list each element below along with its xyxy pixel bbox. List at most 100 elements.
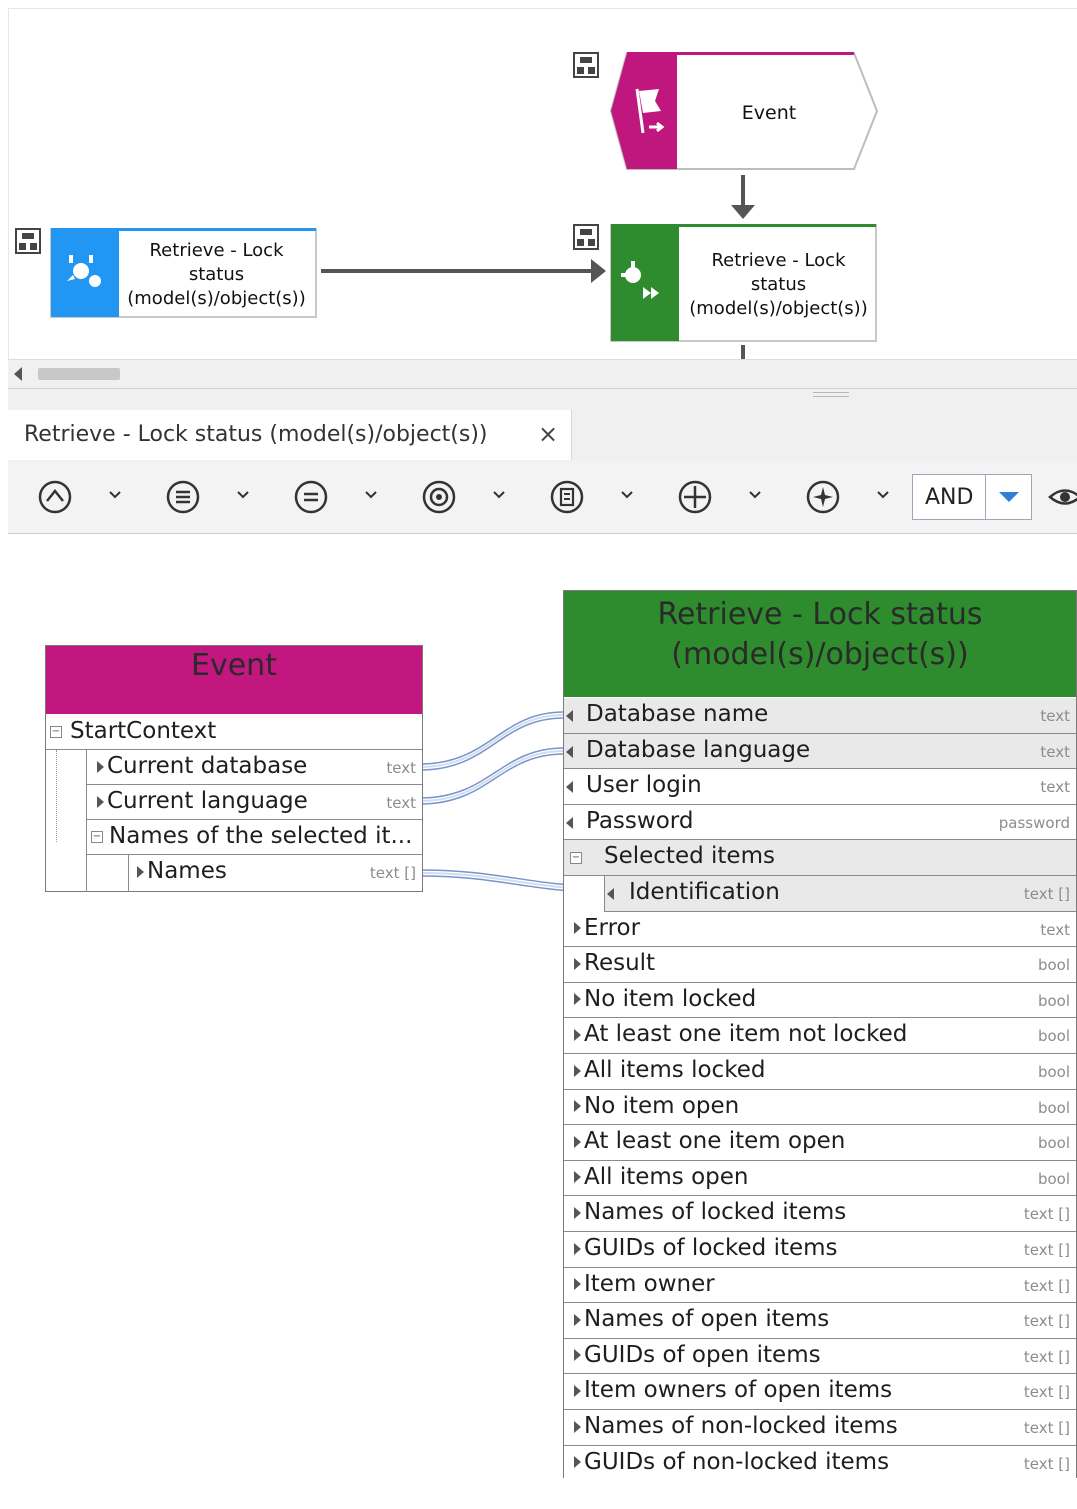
expand-arrow-icon[interactable] xyxy=(574,1171,581,1184)
input-field[interactable]: Identification text [] xyxy=(604,876,1076,912)
field-label: At least one item not locked xyxy=(574,1021,907,1047)
expand-arrow-icon xyxy=(97,760,104,773)
field-label: Database name xyxy=(586,701,769,727)
output-field[interactable]: At least one item open bool xyxy=(564,1125,1076,1161)
field-type: text [] xyxy=(1023,1241,1070,1259)
expand-arrow-icon[interactable] xyxy=(574,1420,581,1433)
output-field[interactable]: GUIDs of locked items text [] xyxy=(564,1232,1076,1268)
event-box-title: Event xyxy=(191,648,277,683)
input-arrow-icon xyxy=(566,745,573,758)
function-box-title: Retrieve - Lock status (model(s)/object(… xyxy=(657,597,983,672)
output-field[interactable]: Result bool xyxy=(564,947,1076,983)
field-type: text [] xyxy=(1023,1419,1070,1437)
input-field[interactable]: − Selected items xyxy=(564,840,1076,876)
field-type: text xyxy=(1040,742,1070,761)
function-mapping-box[interactable]: Retrieve - Lock status (model(s)/object(… xyxy=(563,590,1077,1482)
field-label: GUIDs of non-locked items xyxy=(574,1449,889,1475)
field-label: Names of locked items xyxy=(574,1199,846,1225)
field-label: Identification xyxy=(629,879,780,905)
expand-arrow-icon[interactable] xyxy=(574,1384,581,1397)
field-label: Item owners of open items xyxy=(574,1377,892,1403)
field-label: Names of open items xyxy=(574,1306,829,1332)
expand-arrow-icon[interactable] xyxy=(574,1100,581,1113)
field-type: password xyxy=(998,813,1070,832)
expand-arrow-icon[interactable] xyxy=(574,1064,581,1077)
expand-arrow-icon[interactable] xyxy=(574,1242,581,1255)
input-field[interactable]: Database language text xyxy=(564,733,1076,770)
field-type: text [] xyxy=(1023,1383,1070,1402)
output-field[interactable]: All items open bool xyxy=(564,1160,1076,1197)
output-field[interactable]: Item owner text [] xyxy=(564,1267,1076,1304)
field-current-database[interactable]: Current database text xyxy=(87,750,422,785)
field-type: bool xyxy=(1037,1027,1070,1046)
field-type: text [] xyxy=(1023,1205,1070,1224)
input-field[interactable]: Password password xyxy=(564,804,1076,841)
expand-arrow-icon[interactable] xyxy=(574,1313,581,1326)
field-label: At least one item open xyxy=(574,1128,845,1154)
field-label: Password xyxy=(586,807,694,834)
field-label: Selected items xyxy=(604,843,775,870)
expand-arrow-icon[interactable] xyxy=(574,1349,581,1362)
field-type: text [] xyxy=(1023,1312,1070,1331)
expand-arrow-icon[interactable] xyxy=(574,957,581,970)
output-field[interactable]: Item owners of open items text [] xyxy=(564,1374,1076,1410)
expand-arrow-icon[interactable] xyxy=(574,1135,581,1148)
input-arrow-icon xyxy=(566,710,573,722)
expand-arrow-icon[interactable] xyxy=(574,1278,581,1291)
collapse-icon[interactable]: − xyxy=(50,726,62,738)
field-label: No item open xyxy=(574,1093,739,1119)
input-arrow-icon xyxy=(566,781,573,794)
output-field[interactable]: All items locked bool xyxy=(564,1054,1076,1090)
field-label: GUIDs of open items xyxy=(574,1342,821,1368)
output-field[interactable]: No item locked bool xyxy=(564,982,1076,1019)
expand-arrow-icon xyxy=(137,865,144,878)
output-field[interactable]: At least one item not locked bool xyxy=(564,1018,1076,1054)
expand-arrow-icon[interactable] xyxy=(574,993,581,1006)
field-label: Database language xyxy=(586,736,811,763)
input-field[interactable]: User login text xyxy=(564,769,1076,805)
field-label: All items open xyxy=(574,1164,748,1190)
expand-arrow-icon[interactable] xyxy=(574,1456,581,1469)
field-type: text [] xyxy=(1023,1454,1070,1473)
field-type: bool xyxy=(1037,1134,1070,1153)
field-type: bool xyxy=(1037,1169,1070,1188)
field-type: text [] xyxy=(1023,885,1070,903)
field-type: text [] xyxy=(1023,1347,1070,1366)
output-field[interactable]: No item open bool xyxy=(564,1089,1076,1126)
field-label: User login xyxy=(586,772,702,799)
expand-arrow-icon xyxy=(97,795,104,808)
event-mapping-box[interactable]: Event − StartContext Current database te… xyxy=(45,645,423,892)
field-label: GUIDs of locked items xyxy=(574,1235,838,1261)
field-type: bool xyxy=(1037,956,1070,975)
field-type: bool xyxy=(1037,1063,1070,1081)
tree-node-selected-items[interactable]: − Names of the selected it... xyxy=(87,820,422,855)
collapse-icon[interactable]: − xyxy=(570,852,582,865)
field-current-language[interactable]: Current language text xyxy=(87,785,422,820)
output-field[interactable]: GUIDs of non-locked items text [] xyxy=(564,1445,1076,1482)
field-type: bool xyxy=(1037,1098,1070,1117)
field-label: All items locked xyxy=(574,1057,765,1083)
field-label: Error xyxy=(574,915,640,941)
field-label: No item locked xyxy=(574,986,756,1012)
expand-arrow-icon[interactable] xyxy=(574,1206,581,1219)
output-field[interactable]: Names of open items text [] xyxy=(564,1303,1076,1339)
output-field[interactable]: Names of locked items text [] xyxy=(564,1196,1076,1232)
input-arrow-icon xyxy=(566,816,573,829)
output-field[interactable]: Error text xyxy=(564,911,1076,948)
event-box-header: Event xyxy=(46,646,422,714)
function-box-header: Retrieve - Lock status (model(s)/object(… xyxy=(564,591,1076,697)
field-type: bool xyxy=(1037,991,1070,1010)
expand-arrow-icon[interactable] xyxy=(574,1028,581,1041)
field-type: text xyxy=(1040,707,1070,725)
tree-node-startcontext[interactable]: − StartContext xyxy=(46,715,422,750)
input-field[interactable]: Database name text xyxy=(564,698,1076,734)
expand-arrow-icon[interactable] xyxy=(574,922,581,935)
field-label: Item owner xyxy=(574,1271,715,1297)
output-field[interactable]: GUIDs of open items text [] xyxy=(564,1338,1076,1375)
field-names[interactable]: Names text [] xyxy=(129,855,422,890)
collapse-icon[interactable]: − xyxy=(91,831,103,843)
field-type: text xyxy=(1040,920,1070,939)
field-type: text [] xyxy=(1023,1276,1070,1295)
output-field[interactable]: Names of non-locked items text [] xyxy=(564,1410,1076,1446)
input-arrow-icon xyxy=(607,888,614,900)
